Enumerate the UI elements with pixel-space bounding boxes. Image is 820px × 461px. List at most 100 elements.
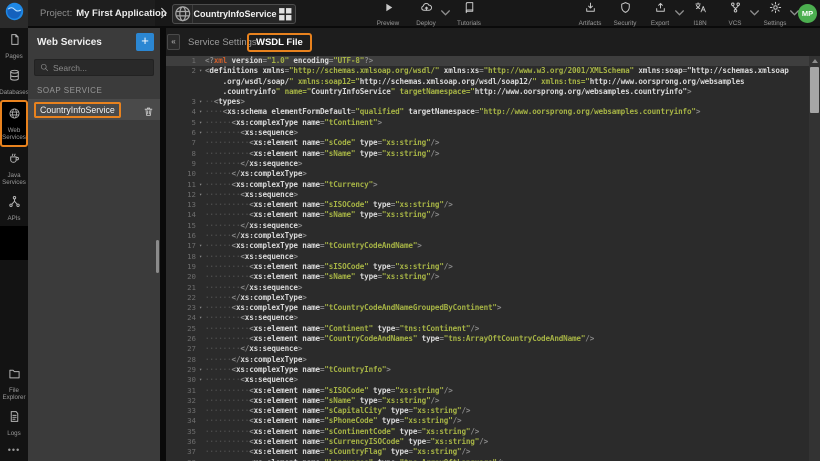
user-avatar[interactable]: MP: [798, 4, 817, 23]
code-line-32[interactable]: 32··········<xs:element name="sName" typ…: [166, 396, 820, 406]
code-line-36[interactable]: 36··········<xs:element name="sCurrencyI…: [166, 437, 820, 447]
code-viewer[interactable]: 1<?xml version="1.0" encoding="UTF-8"?>2…: [166, 56, 820, 461]
code-line-24[interactable]: 24▾········<xs:sequence>: [166, 313, 820, 323]
fold-marker-icon[interactable]: ▾: [196, 128, 205, 138]
code-text: ··········<xs:element name="CountryCodeA…: [205, 334, 820, 344]
code-line-18[interactable]: 18▾········<xs:sequence>: [166, 252, 820, 262]
i18n-label: I18N: [693, 20, 706, 27]
fold-marker-icon[interactable]: ▾: [196, 97, 205, 107]
grid-icon[interactable]: [276, 5, 295, 24]
topbar-vcs-button[interactable]: VCS: [721, 1, 749, 27]
scroll-up-button[interactable]: [809, 56, 820, 66]
code-line-37[interactable]: 37··········<xs:element name="sCountryFl…: [166, 447, 820, 457]
preview-icon: [382, 1, 395, 19]
line-number: 7: [166, 138, 196, 148]
chevron-down-icon[interactable]: [788, 6, 795, 13]
code-line-29[interactable]: 29▾······<xs:complexType name="tCountryI…: [166, 365, 820, 375]
line-number: 1: [166, 56, 196, 66]
topbar-i18n-button[interactable]: I18N: [686, 1, 714, 27]
code-line-9[interactable]: 9········</xs:sequence>: [166, 159, 820, 169]
tab-wsdl-file[interactable]: WSDL File: [247, 28, 312, 56]
code-line-30[interactable]: 30▾········<xs:sequence>: [166, 375, 820, 385]
code-line-34[interactable]: 34··········<xs:element name="sPhoneCode…: [166, 416, 820, 426]
code-line-wrap[interactable]: .countryinfo" name="CountryInfoService" …: [166, 87, 820, 97]
topbar-deploy-button[interactable]: Deploy: [412, 1, 440, 27]
code-line-23[interactable]: 23▾······<xs:complexType name="tCountryC…: [166, 303, 820, 313]
code-line-33[interactable]: 33··········<xs:element name="sCapitalCi…: [166, 406, 820, 416]
topbar-security-button[interactable]: Security: [611, 1, 639, 27]
fold-marker-icon[interactable]: ▾: [196, 241, 205, 251]
fold-marker-icon[interactable]: ▾: [196, 252, 205, 262]
code-line-16[interactable]: 16······</xs:complexType>: [166, 231, 820, 241]
sidebar-item-java-services[interactable]: Java Services: [0, 147, 28, 190]
code-line-12[interactable]: 12▾········<xs:sequence>: [166, 190, 820, 200]
panel-scrollbar[interactable]: [156, 240, 159, 273]
fold-marker-icon[interactable]: ▾: [196, 313, 205, 323]
code-line-25[interactable]: 25··········<xs:element name="Continent"…: [166, 324, 820, 334]
topbar-settings-button[interactable]: Settings: [761, 1, 789, 27]
topbar-tutorials-button[interactable]: Tutorials: [455, 1, 483, 27]
sidebar-item-pages[interactable]: Pages: [0, 28, 28, 64]
editor-scrollbar[interactable]: [809, 56, 820, 461]
sidebar-item-databases[interactable]: Databases: [0, 64, 28, 100]
topbar-artifacts-button[interactable]: Artifacts: [576, 1, 604, 27]
fold-marker-icon[interactable]: ▾: [196, 190, 205, 200]
code-line-6[interactable]: 6▾········<xs:sequence>: [166, 128, 820, 138]
code-line-21[interactable]: 21········</xs:sequence>: [166, 283, 820, 293]
fold-marker-icon[interactable]: ▾: [196, 107, 205, 117]
code-line-38[interactable]: 38··········<xs:element name="Languages"…: [166, 458, 820, 461]
code-line-10[interactable]: 10······</xs:complexType>: [166, 169, 820, 179]
code-line-1[interactable]: 1<?xml version="1.0" encoding="UTF-8"?>: [166, 56, 820, 66]
collapse-panel-button[interactable]: «: [167, 34, 180, 50]
sidebar-item-web-services[interactable]: Web Services: [0, 100, 28, 147]
sidebar-item-apis[interactable]: APIs: [0, 190, 28, 226]
code-line-28[interactable]: 28······</xs:complexType>: [166, 355, 820, 365]
add-service-button[interactable]: +: [136, 33, 154, 51]
code-line-7[interactable]: 7··········<xs:element name="sCode" type…: [166, 138, 820, 148]
code-line-17[interactable]: 17▾······<xs:complexType name="tCountryC…: [166, 241, 820, 251]
code-line-8[interactable]: 8··········<xs:element name="sName" type…: [166, 149, 820, 159]
more-options-icon[interactable]: •••: [0, 441, 28, 461]
code-line-22[interactable]: 22······</xs:complexType>: [166, 293, 820, 303]
code-line-2[interactable]: 2▾<definitions xmlns="http://schemas.xml…: [166, 66, 820, 76]
code-line-5[interactable]: 5▾······<xs:complexType name="tContinent…: [166, 118, 820, 128]
fold-marker-icon[interactable]: ▾: [196, 375, 205, 385]
code-line-19[interactable]: 19··········<xs:element name="sISOCode" …: [166, 262, 820, 272]
code-line-11[interactable]: 11▾······<xs:complexType name="tCurrency…: [166, 180, 820, 190]
topbar-preview-button[interactable]: Preview: [374, 1, 402, 27]
topbar-export-button[interactable]: Export: [646, 1, 674, 27]
trash-icon[interactable]: [143, 104, 154, 115]
service-list-item[interactable]: CountryInfoService: [28, 99, 160, 120]
fold-gutter: [196, 272, 205, 282]
code-line-13[interactable]: 13··········<xs:element name="sISOCode" …: [166, 200, 820, 210]
code-text: ··········<xs:element name="sPhoneCode" …: [205, 416, 820, 426]
line-number: 30: [166, 375, 196, 385]
app-logo[interactable]: [0, 0, 28, 28]
fold-marker-icon[interactable]: ▾: [196, 118, 205, 128]
fold-marker-icon[interactable]: ▾: [196, 180, 205, 190]
code-line-3[interactable]: 3▾··<types>: [166, 97, 820, 107]
fold-marker-icon[interactable]: ▾: [196, 365, 205, 375]
fold-marker-icon[interactable]: ▾: [196, 66, 205, 76]
sidebar-item-file-explorer[interactable]: File Explorer: [0, 362, 28, 405]
wavemaker-logo-icon: [5, 2, 24, 26]
code-line-27[interactable]: 27········</xs:sequence>: [166, 344, 820, 354]
code-line-26[interactable]: 26 ··········<xs:element name="CountryCod…: [166, 334, 820, 344]
service-search[interactable]: Search...: [34, 59, 154, 76]
code-line-14[interactable]: 14··········<xs:element name="sName" typ…: [166, 210, 820, 220]
code-line-4[interactable]: 4▾····<xs:schema elementFormDefault="qua…: [166, 107, 820, 117]
line-number: 26: [166, 334, 196, 344]
scrollbar-thumb[interactable]: [810, 67, 819, 113]
service-tab[interactable]: CountryInfoService: [172, 4, 296, 24]
code-line-15[interactable]: 15········</xs:sequence>: [166, 221, 820, 231]
code-line-wrap[interactable]: .org/wsdl/soap/" xmlns:soap12="http://sc…: [166, 77, 820, 87]
code-line-31[interactable]: 31··········<xs:element name="sISOCode" …: [166, 386, 820, 396]
code-line-35[interactable]: 35··········<xs:element name="sContinent…: [166, 427, 820, 437]
chevron-down-icon[interactable]: [748, 6, 755, 13]
fold-gutter: [196, 262, 205, 272]
chevron-down-icon[interactable]: [673, 6, 680, 13]
chevron-down-icon[interactable]: [439, 6, 446, 13]
fold-marker-icon[interactable]: ▾: [196, 303, 205, 313]
code-line-20[interactable]: 20··········<xs:element name="sName" typ…: [166, 272, 820, 282]
sidebar-item-logs[interactable]: Logs: [0, 405, 28, 441]
